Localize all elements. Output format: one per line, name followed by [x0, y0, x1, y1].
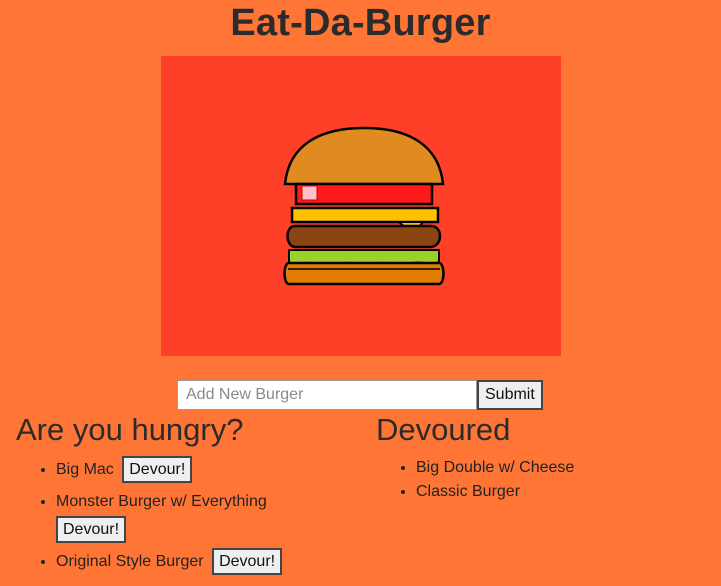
burger-name: Monster Burger w/ Everything [56, 493, 267, 510]
list-item: Monster Burger w/ Everything Devour! [56, 488, 356, 544]
hero-image [161, 56, 561, 356]
devoured-section: Devoured Big Double w/ Cheese Classic Bu… [376, 412, 706, 506]
hungry-section: Are you hungry? Big Mac Devour! Monster … [16, 412, 356, 580]
burger-name: Big Mac [56, 461, 114, 478]
page-title: Eat-Da-Burger [230, 2, 491, 44]
add-burger-form: Submit [177, 380, 543, 410]
burger-icon [283, 126, 445, 286]
devour-button[interactable]: Devour! [212, 548, 283, 576]
add-burger-input[interactable] [177, 380, 477, 410]
burger-name: Original Style Burger [56, 553, 204, 570]
devoured-heading: Devoured [376, 412, 511, 447]
burger-name: Classic Burger [416, 483, 521, 500]
page: Eat-Da-Burger Submit Are you hungry? [0, 0, 721, 586]
devour-button[interactable]: Devour! [56, 516, 127, 544]
devour-button[interactable]: Devour! [122, 456, 193, 484]
list-item: Big Double w/ Cheese [416, 458, 706, 478]
devoured-list: Big Double w/ Cheese Classic Burger [376, 458, 706, 502]
submit-button[interactable]: Submit [477, 380, 543, 410]
hungry-list: Big Mac Devour! Monster Burger w/ Everyt… [16, 456, 356, 576]
hungry-heading: Are you hungry? [16, 412, 244, 447]
list-item: Big Mac Devour! [56, 456, 356, 484]
burger-name: Big Double w/ Cheese [416, 459, 575, 476]
list-item: Original Style Burger Devour! [56, 548, 356, 576]
list-item: Classic Burger [416, 482, 706, 502]
